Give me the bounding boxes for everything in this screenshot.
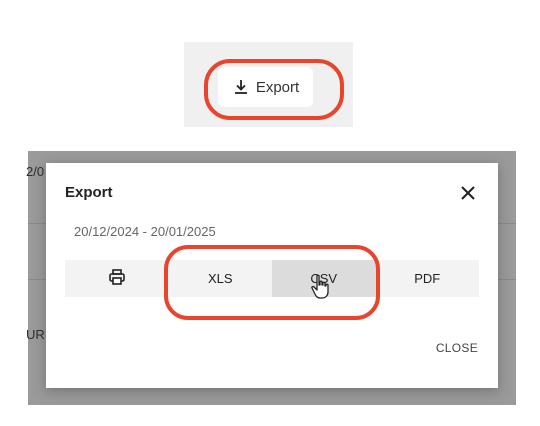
export-dialog: Export 20/12/2024 - 20/01/2025 XLS CSV P… [46, 163, 498, 388]
download-icon [232, 78, 250, 96]
xls-label: XLS [207, 271, 233, 286]
background-text-fragment: UR [26, 327, 45, 342]
export-format-group: XLS CSV PDF [65, 260, 479, 297]
csv-label: CSV [310, 271, 338, 286]
xls-button[interactable]: XLS [169, 260, 273, 297]
close-icon[interactable] [458, 183, 478, 203]
dialog-title: Export [65, 184, 113, 201]
background-text-fragment: 2/0 [26, 164, 45, 179]
close-button[interactable]: CLOSE [436, 341, 478, 355]
csv-button[interactable]: CSV [272, 260, 376, 297]
print-button[interactable] [65, 260, 169, 297]
print-icon [108, 268, 126, 289]
pdf-label: PDF [414, 271, 441, 286]
export-button[interactable]: Export [218, 67, 313, 107]
pdf-button[interactable]: PDF [376, 260, 480, 297]
toolbar-panel: Export [184, 42, 353, 127]
date-range: 20/12/2024 - 20/01/2025 [74, 224, 216, 239]
export-button-label: Export [255, 78, 300, 96]
